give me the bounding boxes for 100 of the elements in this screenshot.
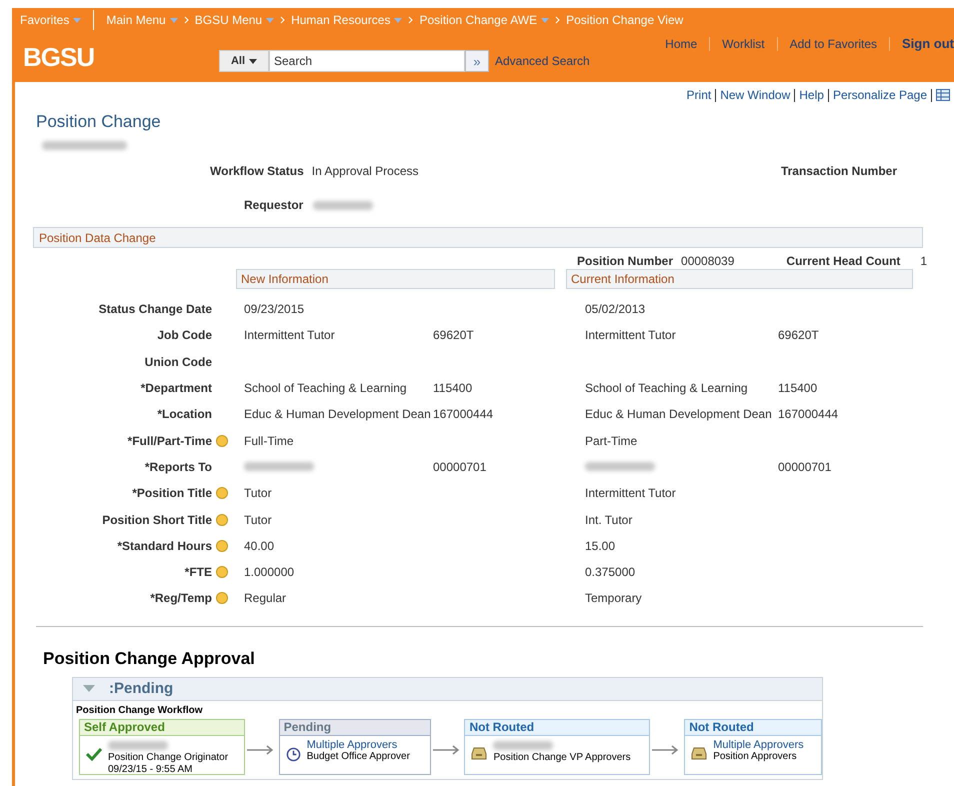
- search-field[interactable]: Search: [269, 50, 465, 72]
- breadcrumb-link[interactable]: Human Resources: [291, 13, 402, 27]
- field-value: 00000701: [778, 460, 832, 474]
- field-value: Temporary: [585, 591, 643, 606]
- field-label: Workflow Status: [210, 164, 304, 178]
- approver-role: Position Approvers: [713, 750, 797, 763]
- field-value: School of Teaching & Learning: [244, 381, 408, 396]
- redacted-text: [108, 740, 168, 750]
- field-value: 0.375000: [585, 565, 636, 580]
- field-label: Position Number: [577, 254, 674, 268]
- section-title: Position Change Approval: [43, 648, 256, 669]
- inbox-tray-icon: [471, 746, 488, 760]
- field-label: Job Code: [156, 328, 212, 342]
- redacted-text: [313, 200, 374, 210]
- caret-icon: [249, 58, 258, 64]
- header-link[interactable]: Worklist: [722, 36, 765, 50]
- dropdown-caret-icon: [170, 18, 178, 22]
- page-link[interactable]: New Window: [720, 88, 790, 102]
- step-status: Not Routed: [465, 720, 650, 736]
- breadcrumb-link[interactable]: Main Menu: [106, 13, 178, 27]
- field-value: In Approval Process: [312, 164, 419, 178]
- breadcrumb-link[interactable]: Favorites: [20, 13, 82, 27]
- field-value: 15.00: [585, 538, 616, 553]
- changed-indicator-icon: [216, 487, 228, 500]
- field-value: 1: [920, 254, 928, 268]
- step-status: Pending: [280, 720, 430, 736]
- field-value: 40.00: [244, 538, 276, 553]
- grid-icon[interactable]: [936, 89, 950, 101]
- redacted-text: [244, 462, 314, 472]
- field-value: Intermittent Tutor: [585, 328, 677, 342]
- changed-indicator-icon: [216, 540, 228, 552]
- field-value: 00008039: [681, 254, 734, 268]
- caret-icon: [83, 685, 95, 692]
- breadcrumb-link[interactable]: Position Change AWE: [419, 13, 550, 27]
- field-label: Union Code: [144, 354, 212, 369]
- field-label: Position Short Title: [101, 512, 212, 527]
- field-value: Full-Time: [244, 434, 295, 448]
- page-link[interactable]: Print: [686, 88, 712, 102]
- approver-link[interactable]: Multiple Approvers: [306, 738, 410, 751]
- changed-indicator-icon: [216, 434, 228, 447]
- field-value: Educ & Human Development Dean: [585, 407, 773, 422]
- approver-role: Budget Office Approver: [306, 750, 410, 763]
- header-link[interactable]: Add to Favorites: [790, 36, 877, 50]
- field-label: *Full/Part-Time: [126, 434, 212, 448]
- dropdown-caret-icon: [266, 18, 274, 22]
- dropdown-caret-icon: [541, 18, 550, 22]
- field-label: *Department: [140, 381, 212, 396]
- field-value: 167000444: [433, 407, 494, 422]
- field-label: *Location: [156, 407, 212, 422]
- field-value: Part-Time: [585, 434, 638, 448]
- step-status: Not Routed: [685, 720, 821, 736]
- dropdown-caret-icon: [394, 18, 402, 22]
- field-value: 69620T: [778, 328, 820, 342]
- field-label: Current Head Count: [786, 254, 900, 268]
- page-link[interactable]: Help: [799, 88, 824, 102]
- workflow-title: Position Change Workflow: [76, 704, 204, 716]
- field-value: Int. Tutor: [585, 512, 634, 527]
- field-value: 00000701: [433, 460, 488, 474]
- field-label: *Reports To: [144, 460, 212, 474]
- approver-role: Position Change Originator: [108, 752, 228, 764]
- redacted-text: [493, 740, 554, 750]
- inbox-tray-icon: [691, 746, 708, 760]
- chevron-icon: [555, 16, 560, 24]
- field-label: *Position Title: [131, 486, 212, 500]
- page-link[interactable]: Personalize Page: [832, 88, 927, 102]
- breadcrumb-link[interactable]: Position Change View: [566, 13, 684, 27]
- logo: BGSU: [23, 42, 96, 73]
- approval-date: 09/23/15 - 9:55 AM: [108, 764, 194, 776]
- field-value: Educ & Human Development Dean: [244, 407, 432, 422]
- field-value: 167000444: [778, 407, 840, 422]
- approver-link[interactable]: Multiple Approvers: [713, 738, 804, 751]
- approver-role: Position Change VP Approvers: [493, 752, 631, 764]
- field-label: *FTE: [184, 565, 212, 580]
- field-value: 1.000000: [244, 565, 296, 580]
- field-value: 09/23/2015: [244, 302, 306, 316]
- dropdown-caret-icon: [73, 18, 82, 22]
- search-scope-dropdown[interactable]: All: [219, 50, 269, 72]
- checkmark-icon: [86, 746, 102, 761]
- chevron-icon: [184, 16, 189, 24]
- pending-collapse-toggle[interactable]: :Pending: [73, 678, 822, 701]
- changed-indicator-icon: [216, 514, 228, 526]
- field-label: Status Change Date: [98, 302, 212, 316]
- section-subheader: Current Information: [566, 269, 913, 289]
- field-value: Regular: [244, 591, 288, 606]
- field-value: 115400: [433, 381, 474, 396]
- advanced-search-link[interactable]: Advanced Search: [495, 54, 590, 68]
- field-label: *Reg/Temp: [149, 591, 212, 606]
- section-subheader: New Information: [236, 269, 555, 289]
- field-value: 69620T: [433, 328, 475, 342]
- chevron-icon: [408, 16, 414, 24]
- section-header: Position Data Change: [33, 227, 923, 248]
- page-title: Position Change: [36, 112, 162, 132]
- field-value: Tutor: [244, 512, 273, 527]
- field-value: Tutor: [244, 486, 273, 500]
- header-link[interactable]: Sign out: [902, 36, 954, 51]
- search-go-button[interactable]: »: [465, 50, 489, 72]
- header-link[interactable]: Home: [665, 36, 698, 50]
- clock-icon: [286, 746, 301, 762]
- breadcrumb-link[interactable]: BGSU Menu: [194, 13, 274, 27]
- chevron-icon: [280, 16, 286, 24]
